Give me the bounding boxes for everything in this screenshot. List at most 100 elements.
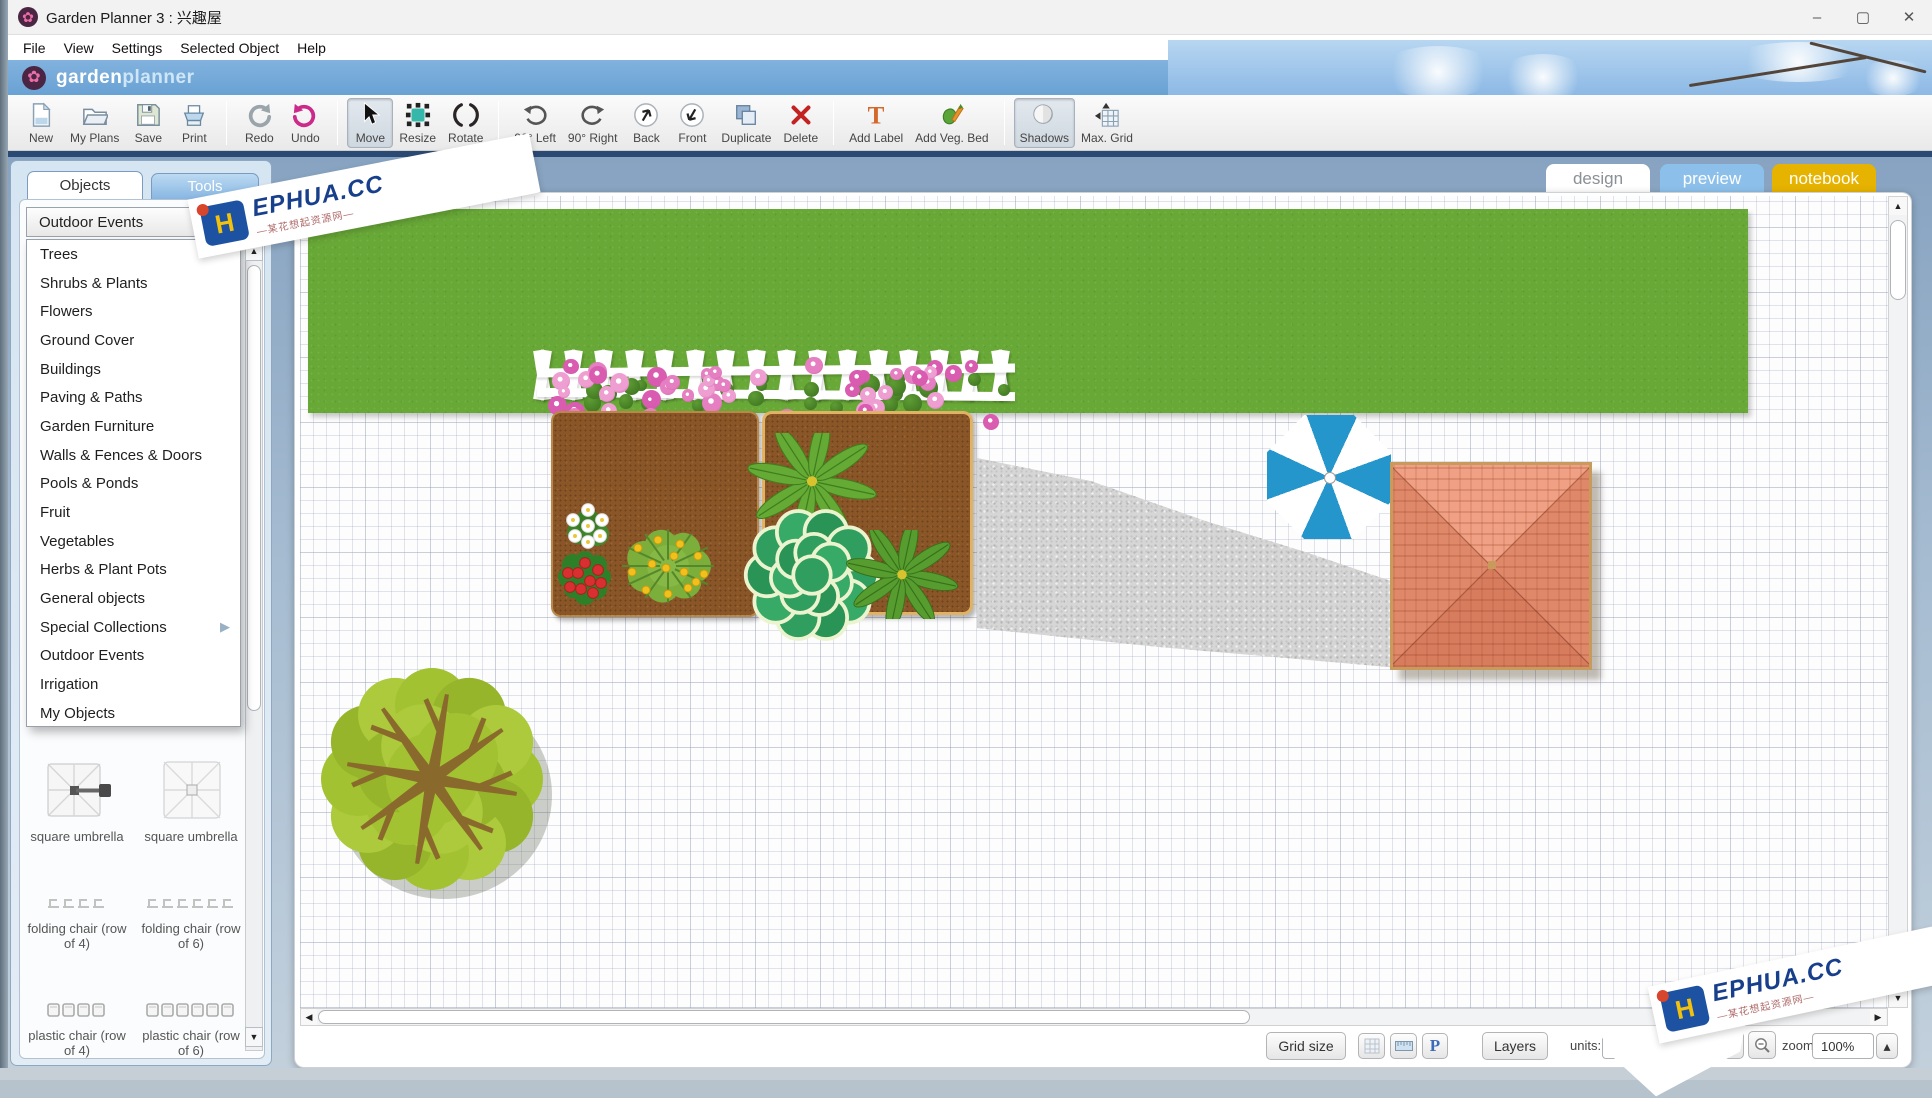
toolbar-button-label: Redo (245, 130, 274, 145)
print-icon (180, 101, 208, 129)
category-item-paving-paths[interactable]: Paving & Paths (27, 383, 240, 412)
rotate-left-icon (521, 101, 549, 129)
pergola-roof-object[interactable] (1390, 462, 1592, 670)
lawn-object[interactable] (308, 209, 1748, 413)
submenu-arrow-icon: ▶ (220, 619, 230, 635)
close-button[interactable]: ✕ (1886, 0, 1932, 34)
panel-scroll-thumb[interactable] (247, 265, 261, 711)
back-button[interactable]: Back (623, 98, 669, 148)
max-grid-button[interactable]: Max. Grid (1075, 98, 1139, 148)
add-veg-bed-button[interactable]: Add Veg. Bed (909, 98, 994, 148)
category-item-label: Fruit (40, 504, 70, 522)
tab-preview[interactable]: preview (1660, 164, 1764, 193)
minimize-button[interactable]: – (1794, 0, 1840, 34)
vertical-scrollbar[interactable] (1888, 196, 1908, 1008)
print-button[interactable]: Print (171, 98, 217, 148)
toolbar-separator (1003, 100, 1005, 145)
toolbar-button-label: Save (134, 130, 163, 145)
save-button[interactable]: Save (125, 98, 171, 148)
shadows-button[interactable]: Shadows (1013, 97, 1075, 148)
panel-scroll-down-button[interactable]: ▼ (245, 1027, 263, 1047)
ruler-toggle-button[interactable] (1390, 1033, 1417, 1059)
shadows-icon (1030, 101, 1058, 129)
move-button[interactable]: Move (347, 97, 394, 148)
umbrella-object[interactable] (1267, 415, 1391, 539)
toolbar-separator (833, 100, 835, 145)
maximize-button[interactable]: ▢ (1840, 0, 1886, 34)
toolbar-button-label: Resize (399, 130, 437, 145)
add-label-button[interactable]: T Add Label (843, 98, 909, 148)
layers-button[interactable]: Layers (1482, 1032, 1548, 1060)
object-item-pchairs6[interactable]: plastic chair (row of 6) (137, 968, 245, 1059)
category-item-pools-ponds[interactable]: Pools & Ponds (27, 470, 240, 499)
duplicate-button[interactable]: Duplicate (715, 98, 777, 148)
category-item-vegetables[interactable]: Vegetables (27, 527, 240, 556)
object-item-umbrella[interactable]: square umbrella (137, 729, 245, 845)
category-item-herbs-plant-pots[interactable]: Herbs & Plant Pots (27, 556, 240, 585)
grid-toggle-button[interactable] (1358, 1033, 1385, 1059)
grid-size-button[interactable]: Grid size (1266, 1032, 1346, 1060)
object-item-fchairs6[interactable]: folding chair (row of 6) (137, 861, 245, 952)
garden-canvas[interactable] (300, 196, 1888, 1008)
category-item-label: Walls & Fences & Doors (40, 446, 202, 464)
zoom-out-button[interactable] (1748, 1031, 1776, 1059)
category-item-label: Shrubs & Plants (40, 274, 148, 292)
tab-design[interactable]: design (1546, 164, 1650, 193)
toolbar-button-label: Add Veg. Bed (915, 130, 989, 145)
category-item-buildings[interactable]: Buildings (27, 355, 240, 384)
tab-notebook[interactable]: notebook (1772, 164, 1876, 193)
scroll-right-button[interactable]: ▶ (1870, 1009, 1886, 1025)
zoom-stepper-button[interactable]: ▴ (1876, 1033, 1898, 1059)
category-item-ground-cover[interactable]: Ground Cover (27, 326, 240, 355)
undo-button[interactable]: Undo (282, 98, 328, 148)
category-item-my-objects[interactable]: My Objects (27, 699, 240, 728)
object-item-pchairs4[interactable]: plastic chair (row of 4) (23, 968, 131, 1059)
category-item-outdoor-events[interactable]: Outdoor Events (27, 642, 240, 671)
category-item-general-objects[interactable]: General objects (27, 584, 240, 613)
category-item-label: Paving & Paths (40, 389, 143, 407)
new-button[interactable]: New (18, 98, 64, 148)
menu-selected-object[interactable]: Selected Object (171, 37, 288, 59)
tree-object[interactable] (300, 651, 565, 921)
category-item-label: Buildings (40, 360, 101, 378)
front-button[interactable]: Front (669, 98, 715, 148)
object-item-umbrella-handle[interactable]: square umbrella (23, 729, 131, 845)
menu-settings[interactable]: Settings (103, 37, 172, 59)
title-bar: ✿ Garden Planner 3 : 兴趣屋 – ▢ ✕ (8, 0, 1932, 35)
zoom-value-field[interactable]: 100% (1812, 1033, 1874, 1059)
category-item-flowers[interactable]: Flowers (27, 297, 240, 326)
app-icon: ✿ (18, 7, 38, 27)
object-item-fchairs4[interactable]: folding chair (row of 4) (23, 861, 131, 952)
menu-view[interactable]: View (55, 37, 103, 59)
category-item-fruit[interactable]: Fruit (27, 498, 240, 527)
umbrella-thumbnail-icon (156, 760, 226, 827)
horizontal-scroll-thumb[interactable] (318, 1010, 1250, 1024)
my-plans-button[interactable]: My Plans (64, 98, 125, 148)
category-item-label: Pools & Ponds (40, 475, 139, 493)
leafy-plant[interactable] (840, 518, 964, 631)
print-area-button[interactable]: P (1422, 1033, 1448, 1059)
resize-button[interactable]: Resize (393, 98, 442, 148)
category-item-special-collections[interactable]: Special Collections ▶ (27, 613, 240, 642)
category-item-walls-fences-doors[interactable]: Walls & Fences & Doors (27, 441, 240, 470)
category-item-shrubs-plants[interactable]: Shrubs & Plants (27, 269, 240, 298)
blossom-blob (1498, 54, 1588, 95)
category-item-irrigation[interactable]: Irrigation (27, 670, 240, 699)
toolbar-button-label: Shadows (1019, 130, 1069, 145)
rotate-button[interactable]: Rotate (442, 98, 489, 148)
redo-button[interactable]: Redo (236, 98, 282, 148)
scroll-up-button[interactable]: ▲ (1889, 197, 1907, 215)
menu-file[interactable]: File (14, 37, 55, 59)
delete-button[interactable]: Delete (777, 98, 824, 148)
rotate-right-button[interactable]: 90° Right (562, 98, 624, 148)
category-item-label: Ground Cover (40, 331, 135, 349)
tab-objects[interactable]: Objects (27, 171, 143, 199)
toolbar-button-label: Delete (783, 130, 819, 145)
category-item-garden-furniture[interactable]: Garden Furniture (27, 412, 240, 441)
vertical-scroll-thumb[interactable] (1890, 220, 1906, 300)
menu-help[interactable]: Help (288, 37, 335, 59)
yellow-flower-bush[interactable] (606, 514, 730, 623)
scroll-left-button[interactable]: ◀ (301, 1009, 317, 1025)
redo-icon (245, 101, 273, 129)
toolbar-button-label: Back (633, 130, 660, 145)
